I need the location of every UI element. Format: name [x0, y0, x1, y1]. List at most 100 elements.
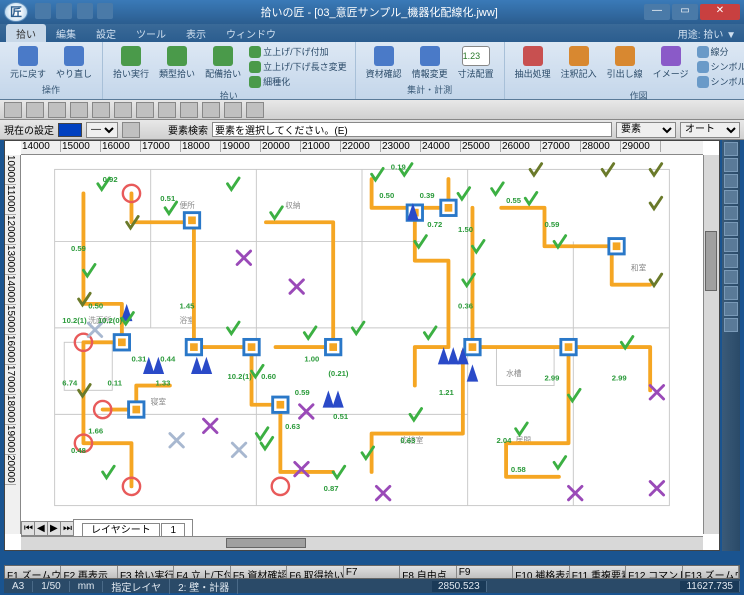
prompt-field[interactable] [212, 122, 612, 137]
triangles [121, 203, 478, 408]
side-tool-icon[interactable] [724, 222, 738, 236]
side-tool-icon[interactable] [724, 206, 738, 220]
tate1-button[interactable]: 立上げ/下げ付加 [247, 44, 349, 59]
side-tool-icon[interactable] [724, 270, 738, 284]
side-tool-icon[interactable] [724, 174, 738, 188]
side-tool-icon[interactable] [724, 238, 738, 252]
fkey[interactable]: F9 [457, 566, 513, 578]
redo-button[interactable]: やり直し [52, 44, 96, 82]
drawing-canvas[interactable]: 便所 収納 洗面所 浴室 応接室 居間 和室 寝室 水槽 [21, 155, 703, 520]
tool-icon[interactable] [246, 102, 264, 118]
saihen-button[interactable]: 細種化 [247, 74, 349, 89]
fkey[interactable]: F11 重複要素検索 [570, 566, 626, 578]
side-tool-icon[interactable] [724, 302, 738, 316]
ribbon: 元に戻す やり直し 操作 拾い実行 類型拾い 配備拾い 立上げ/下げ付加 立上げ… [0, 42, 744, 100]
sheet-nav-first[interactable]: ⏮ [21, 521, 35, 536]
pen-icon[interactable] [122, 122, 140, 138]
fkey[interactable]: F7 [344, 566, 400, 578]
auto-select[interactable]: オート [680, 122, 740, 138]
chushutsu-button[interactable]: 抽出処理 [511, 44, 555, 82]
side-tool-icon[interactable] [724, 142, 738, 156]
fkey[interactable]: F10 補格表示 [513, 566, 569, 578]
fkey[interactable]: F4 立上/下付加 [174, 566, 230, 578]
fkey[interactable]: F8 自由点 [400, 566, 456, 578]
hikidashi-button[interactable]: 引出し線 [603, 44, 647, 82]
minimize-button[interactable]: — [644, 4, 670, 20]
tool-icon[interactable] [92, 102, 110, 118]
sheet-nav-prev[interactable]: ◀ [34, 521, 48, 536]
tool-icon[interactable] [26, 102, 44, 118]
fkey[interactable]: F6 取得拾い [287, 566, 343, 578]
image-button[interactable]: イメージ [649, 44, 693, 82]
side-tool-icon[interactable] [724, 190, 738, 204]
svg-text:2.99: 2.99 [545, 374, 560, 383]
app-menu-button[interactable]: 匠 [4, 2, 28, 22]
ribbon-tabs: 拾い 編集 設定 ツール 表示 ウィンドウ 用途: 拾い ▼ [0, 24, 744, 42]
chuuki-button[interactable]: 注釈記入 [557, 44, 601, 82]
tool-icon[interactable] [202, 102, 220, 118]
fkey[interactable]: F5 資材確認 [231, 566, 287, 578]
tool-icon[interactable] [224, 102, 242, 118]
tate2-button[interactable]: 立上げ/下げ長さ変更 [247, 59, 349, 74]
x-marks [88, 251, 663, 500]
symbol-button[interactable]: シンボル [695, 59, 744, 74]
svg-text:(0.21): (0.21) [328, 369, 348, 378]
fkey[interactable]: F12 コマンド再実行 [626, 566, 682, 578]
search-label: 要素検索 [168, 122, 208, 137]
tool-icon[interactable] [180, 102, 198, 118]
tool-icon[interactable] [114, 102, 132, 118]
checks [79, 164, 662, 478]
side-tool-icon[interactable] [724, 158, 738, 172]
hirou-exec-button[interactable]: 拾い実行 [109, 44, 153, 82]
redo-icon [64, 46, 84, 66]
info-button[interactable]: 情報変更 [408, 44, 452, 82]
qat-undo-icon[interactable] [77, 3, 93, 19]
tab-tool[interactable]: ツール [126, 24, 176, 42]
side-tool-icon[interactable] [724, 318, 738, 332]
tab-edit[interactable]: 編集 [46, 24, 86, 42]
status-paper: A3 [4, 581, 33, 592]
maximize-button[interactable]: ▭ [672, 4, 698, 20]
tab-hirou[interactable]: 拾い [6, 24, 46, 42]
symreg-button[interactable]: シンボル登録 [695, 74, 744, 89]
down-icon [249, 61, 261, 73]
fkey[interactable]: F2 再表示 [61, 566, 117, 578]
ruikei-button[interactable]: 類型拾い [155, 44, 199, 82]
status-layer2: 2: 壁・計器 [170, 579, 238, 594]
text-icon [569, 46, 589, 66]
close-button[interactable]: ✕ [700, 4, 740, 20]
sunpo-button[interactable]: 1.23寸法配置 [454, 44, 498, 82]
tool-icon[interactable] [4, 102, 22, 118]
ribbon-group-keisoku: 資材確認 情報変更 1.23寸法配置 集計・計測 [356, 42, 505, 99]
side-tool-icon[interactable] [724, 254, 738, 268]
svg-text:1.33: 1.33 [155, 379, 170, 388]
right-sidebar [722, 140, 740, 551]
undo-button[interactable]: 元に戻す [6, 44, 50, 82]
fkey[interactable]: F1 ズームウィンドウ [5, 566, 61, 578]
tool-icon[interactable] [158, 102, 176, 118]
tab-window[interactable]: ウィンドウ [216, 24, 286, 42]
tab-hyouji[interactable]: 表示 [176, 24, 216, 42]
tab-settei[interactable]: 設定 [86, 24, 126, 42]
tool-icon[interactable] [70, 102, 88, 118]
horizontal-scrollbar[interactable] [21, 536, 703, 550]
zairyo-button[interactable]: 資材確認 [362, 44, 406, 82]
side-tool-icon[interactable] [724, 286, 738, 300]
tool-icon[interactable] [48, 102, 66, 118]
fkey[interactable]: F13 ズームウィンドウ [683, 566, 739, 578]
usage-selector[interactable]: 用途: 拾い ▼ [670, 24, 744, 42]
color-swatch[interactable] [58, 123, 82, 137]
vertical-scrollbar[interactable] [703, 155, 719, 534]
youso-select[interactable]: 要素 [616, 122, 676, 138]
qat-open-icon[interactable] [56, 3, 72, 19]
senbun-button[interactable]: 線分 [695, 44, 744, 59]
qat-save-icon[interactable] [35, 3, 51, 19]
sheet-nav-last[interactable]: ⏭ [60, 521, 74, 536]
qat-redo-icon[interactable] [97, 3, 113, 19]
sheet-nav-next[interactable]: ▶ [47, 521, 61, 536]
style-select[interactable]: — [86, 122, 118, 138]
tool-icon[interactable] [136, 102, 154, 118]
sheet-tab[interactable]: レイヤシート 1 [73, 519, 193, 538]
haichi-button[interactable]: 配備拾い [201, 44, 245, 82]
fkey[interactable]: F3 拾い実行 [118, 566, 174, 578]
